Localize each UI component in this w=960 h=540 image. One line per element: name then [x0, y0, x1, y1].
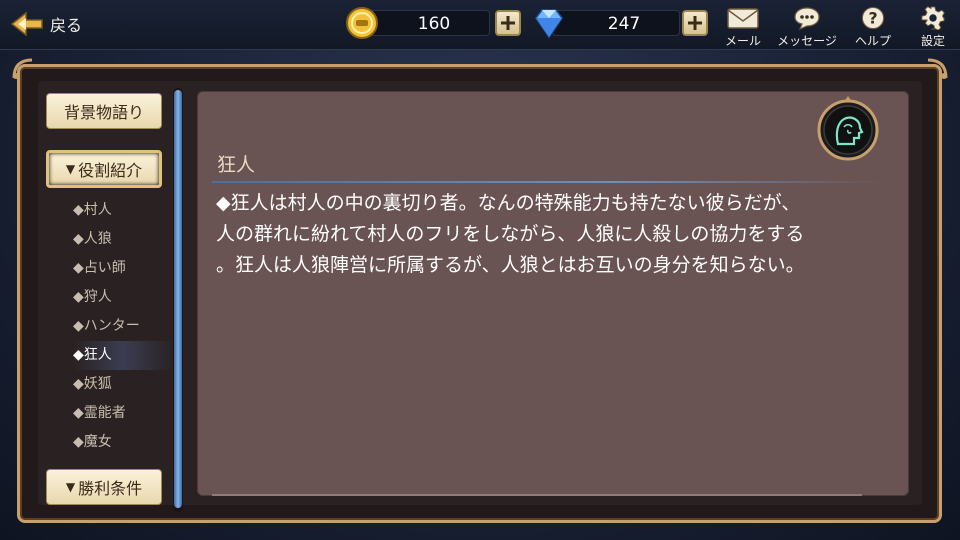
role-item-seer[interactable]: ◆占い師 — [73, 254, 173, 283]
gem-counter: 247 — [552, 10, 680, 36]
scrollbar-thumb[interactable] — [174, 90, 182, 508]
chevron-down-icon: ▼ — [65, 480, 76, 494]
gold-coin-icon — [346, 7, 378, 39]
role-title: 狂人 — [217, 154, 256, 176]
add-gold-button[interactable] — [495, 10, 521, 36]
mail-button[interactable]: メール — [711, 6, 775, 48]
role-detail-panel — [197, 91, 909, 496]
role-item-fox[interactable]: ◆妖狐 — [73, 370, 173, 399]
role-item-witch[interactable]: ◆魔女 — [73, 428, 173, 457]
messages-label: メッセージ — [777, 34, 837, 48]
role-item-villager[interactable]: ◆村人 — [73, 196, 173, 225]
content-bottom-divider — [212, 494, 862, 496]
settings-button[interactable]: 設定 — [906, 6, 960, 48]
help-button[interactable]: ? ヘルプ — [841, 6, 905, 48]
role-description: ◆狂人は村人の中の裏切り者。なんの特殊能力も持たない彼らだが、 人の群れに紛れて… — [216, 192, 805, 276]
settings-label: 設定 — [920, 34, 945, 48]
chevron-down-icon: ▼ — [65, 162, 76, 176]
svg-text:?: ? — [868, 9, 877, 28]
frame-ornament-right — [927, 58, 948, 79]
madman-head-emblem-icon — [817, 96, 879, 161]
gear-icon — [921, 6, 945, 30]
diamond-gem-icon — [535, 9, 563, 39]
help-label: ヘルプ — [854, 34, 891, 48]
frame-ornament-left — [12, 58, 33, 79]
back-button[interactable]: 戻る — [10, 7, 100, 41]
add-gems-button[interactable] — [682, 10, 708, 36]
title-divider — [212, 181, 884, 183]
top-bar: 戻る 160 247 メール メッセージ ? ヘルプ 設定 — [0, 0, 960, 50]
role-intro-label: 役割紹介 — [78, 161, 143, 180]
speech-bubble-icon — [794, 7, 820, 30]
role-intro-button[interactable]: ▼ 役割紹介 — [46, 150, 162, 188]
messages-button[interactable]: メッセージ — [775, 6, 839, 48]
role-list: ◆村人 ◆人狼 ◆占い師 ◆狩人 ◆ハンター ◆狂人 ◆妖狐 ◆霊能者 ◆魔女 — [73, 196, 173, 457]
victory-conditions-label: 勝利条件 — [78, 479, 143, 498]
gold-counter: 160 — [362, 10, 490, 36]
question-icon: ? — [861, 6, 885, 30]
back-arrow-icon — [10, 11, 43, 37]
back-label: 戻る — [50, 16, 83, 35]
role-item-madman[interactable]: ◆狂人 — [73, 341, 173, 370]
gold-amount: 160 — [417, 14, 451, 34]
role-item-werewolf[interactable]: ◆人狼 — [73, 225, 173, 254]
envelope-icon — [727, 8, 759, 29]
background-story-button[interactable]: 背景物語り — [46, 93, 162, 129]
role-item-hunter[interactable]: ◆ハンター — [73, 312, 173, 341]
mail-label: メール — [724, 34, 761, 48]
role-item-medium[interactable]: ◆霊能者 — [73, 399, 173, 428]
role-item-hunter-kariudo[interactable]: ◆狩人 — [73, 283, 173, 312]
gem-amount: 247 — [607, 14, 641, 34]
victory-conditions-button[interactable]: ▼ 勝利条件 — [46, 469, 162, 505]
background-story-label: 背景物語り — [63, 103, 144, 122]
